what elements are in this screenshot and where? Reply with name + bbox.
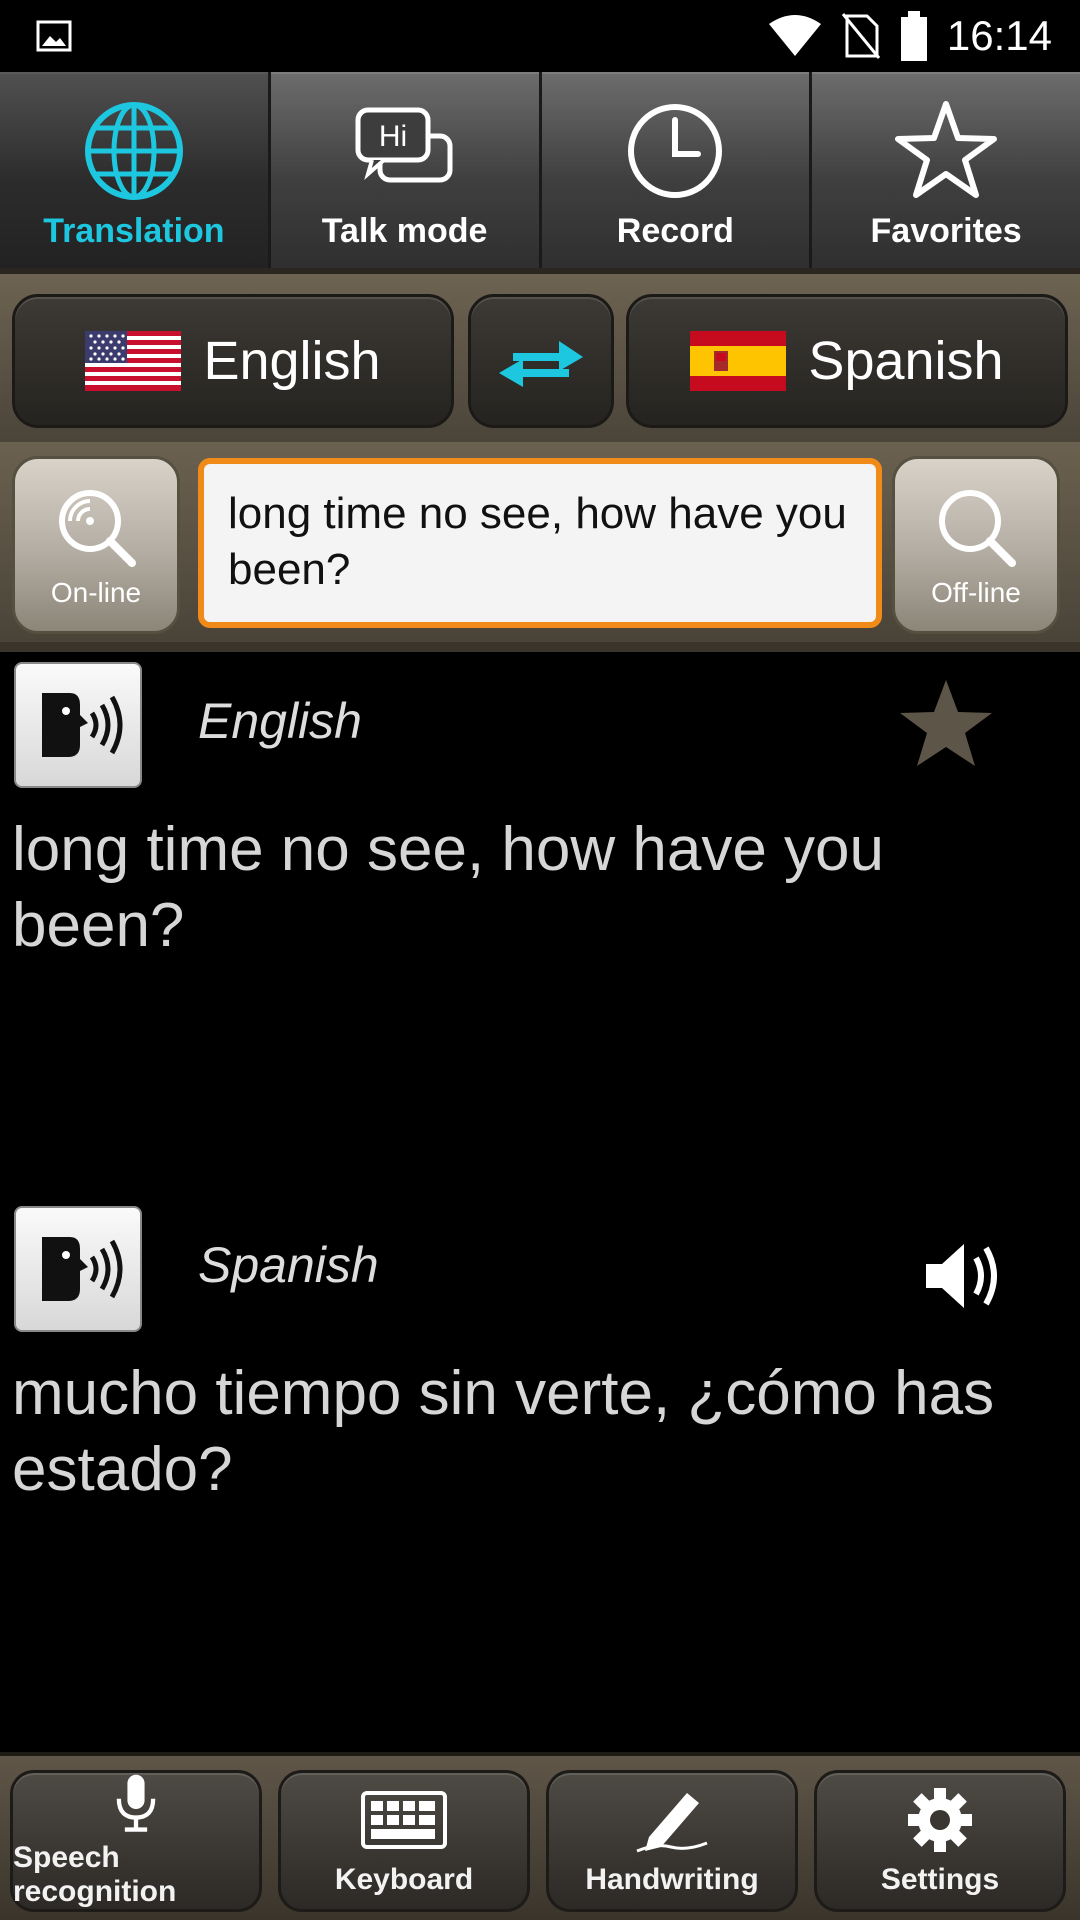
tool-label: Settings xyxy=(880,1863,1000,1896)
wifi-icon xyxy=(768,15,821,56)
battery-icon xyxy=(900,11,927,61)
speaking-head-icon xyxy=(42,1237,123,1301)
settings-button[interactable]: Settings xyxy=(814,1770,1066,1912)
gear-icon xyxy=(908,1788,972,1852)
translation-input-box: long time no see, how have you been? xyxy=(198,458,882,628)
svg-text:Hi: Hi xyxy=(378,120,406,153)
status-bar: 16:14 xyxy=(0,0,1080,72)
handwriting-button[interactable]: Handwriting xyxy=(546,1770,798,1912)
speaker-icon[interactable] xyxy=(920,1236,1010,1316)
source-language-button[interactable]: English xyxy=(12,294,454,428)
search-row: On-line long time no see, how have you b… xyxy=(0,442,1080,652)
chat-bubbles-icon: Hi xyxy=(355,107,453,183)
swap-languages-button[interactable] xyxy=(468,294,614,428)
offline-label: Off-line xyxy=(931,577,1021,608)
star-icon xyxy=(895,101,998,198)
source-result-language: English xyxy=(198,693,362,749)
tab-favorites[interactable]: Favorites xyxy=(812,72,1080,268)
tab-label: Translation xyxy=(43,212,225,250)
target-speak-button[interactable] xyxy=(14,1206,142,1332)
tab-label: Favorites xyxy=(870,212,1022,250)
tab-translation[interactable]: Translation xyxy=(0,72,268,268)
image-icon xyxy=(36,20,72,52)
microphone-icon xyxy=(116,1774,156,1832)
spain-flag-icon xyxy=(690,331,787,391)
tab-label: Record xyxy=(616,212,734,250)
tab-label: Talk mode xyxy=(321,212,488,250)
tab-talk-mode[interactable]: Hi Talk mode xyxy=(270,72,539,268)
source-speak-button[interactable] xyxy=(14,662,142,788)
online-search-icon xyxy=(59,490,136,567)
source-result-text: long time no see, how have you been? xyxy=(12,815,884,960)
pen-icon xyxy=(636,1793,708,1853)
tab-record[interactable]: Record xyxy=(541,72,810,268)
input-method-toolbar: Speech recognition Keyboard Handwriting xyxy=(0,1752,1080,1920)
status-time: 16:14 xyxy=(946,12,1052,59)
target-result-language: Spanish xyxy=(198,1237,379,1293)
target-language-label: Spanish xyxy=(808,331,1004,391)
tool-label: Speech recognition xyxy=(13,1841,177,1908)
target-result-text: mucho tiempo sin verte, ¿cómo has estado… xyxy=(12,1359,995,1504)
us-flag-icon xyxy=(85,331,182,391)
source-language-label: English xyxy=(203,331,381,391)
target-language-button[interactable]: Spanish xyxy=(626,294,1068,428)
tool-label: Handwriting xyxy=(585,1863,759,1896)
language-bar: English Spanish xyxy=(0,268,1080,442)
translation-input[interactable]: long time no see, how have you been? xyxy=(228,486,852,600)
speaking-head-icon xyxy=(42,693,123,757)
no-sim-icon xyxy=(841,13,881,59)
swap-arrows-icon xyxy=(499,341,583,387)
clock-icon xyxy=(628,104,723,198)
online-search-button[interactable]: On-line xyxy=(12,456,180,634)
speech-recognition-button[interactable]: Speech recognition xyxy=(10,1770,262,1912)
search-icon xyxy=(939,490,1016,567)
keyboard-icon xyxy=(361,1791,447,1849)
favorite-star-icon[interactable] xyxy=(896,676,996,772)
online-label: On-line xyxy=(50,577,142,608)
tool-label: Keyboard xyxy=(334,1863,474,1896)
offline-search-button[interactable]: Off-line xyxy=(892,456,1060,634)
keyboard-button[interactable]: Keyboard xyxy=(278,1770,530,1912)
main-tabs: Translation Hi Talk mode Record Favorite… xyxy=(0,72,1080,268)
globe-icon xyxy=(84,102,183,200)
